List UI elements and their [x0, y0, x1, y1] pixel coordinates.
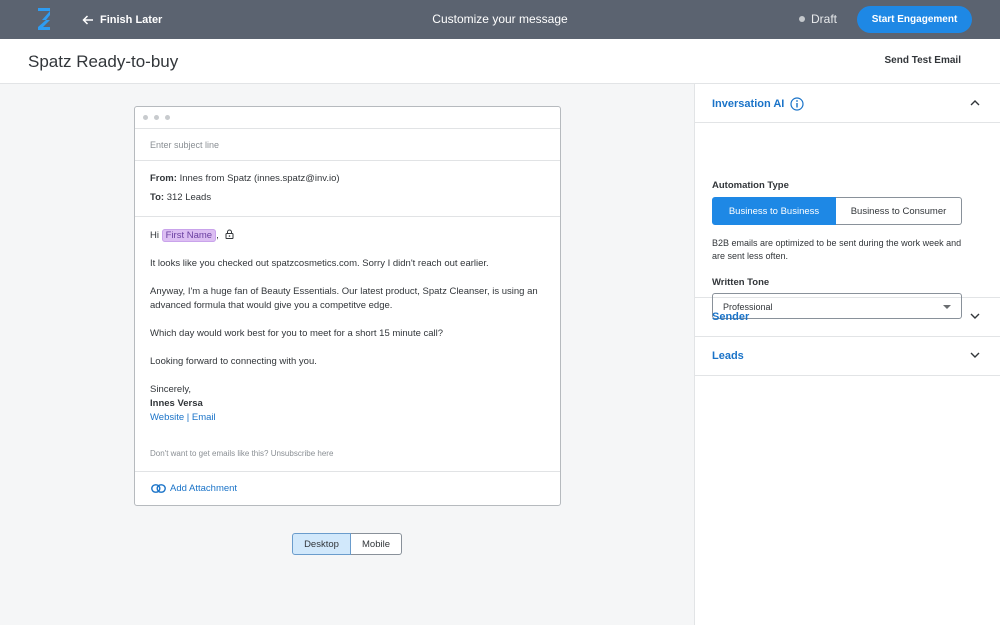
business-to-consumer-button[interactable]: Business to Consumer	[836, 197, 962, 225]
top-bar: Finish Later Customize your message Draf…	[0, 0, 1000, 39]
automation-type-toggle: Business to Business Business to Consume…	[712, 197, 962, 225]
body-paragraph: Looking forward to connecting with you.	[150, 356, 317, 367]
body-paragraph: Which day would work best for you to mee…	[150, 328, 444, 339]
desktop-view-button[interactable]: Desktop	[292, 533, 351, 555]
business-to-business-button[interactable]: Business to Business	[712, 197, 836, 225]
finish-later-button[interactable]: Finish Later	[82, 12, 162, 28]
draft-label: Draft	[811, 12, 838, 26]
window-dots	[135, 107, 560, 129]
written-tone-label: Written Tone	[712, 277, 770, 288]
signoff: Sincerely,	[150, 384, 192, 395]
to-label: To:	[150, 192, 165, 203]
leads-title: Leads	[712, 350, 744, 362]
page-header: Spatz Ready-to-buy Send Test Email	[0, 39, 1000, 84]
draft-status: Draft	[799, 12, 837, 26]
from-label: From:	[150, 173, 177, 184]
arrow-left-icon	[82, 15, 93, 25]
page-title: Spatz Ready-to-buy	[28, 52, 179, 71]
body-paragraph: Anyway, I'm a huge fan of Beauty Essenti…	[150, 286, 538, 311]
automation-hint: B2B emails are optimized to be sent duri…	[712, 238, 962, 261]
window-dot-icon	[165, 115, 170, 120]
chevron-down-icon[interactable]	[970, 313, 980, 320]
send-test-email-button[interactable]: Send Test Email	[884, 55, 961, 66]
app-logo-icon[interactable]	[38, 8, 52, 30]
greeting-suffix: ,	[216, 230, 219, 241]
unsubscribe-text[interactable]: Don't want to get emails like this? Unsu…	[150, 447, 333, 461]
status-dot-icon	[799, 16, 805, 22]
link-icon	[151, 484, 166, 493]
top-title: Customize your message	[432, 12, 568, 26]
settings-panel: Inversation AI Automation Type Business …	[694, 84, 1000, 625]
inversation-ai-content: Automation Type Business to Business Bus…	[695, 123, 1000, 319]
lock-icon[interactable]	[225, 229, 234, 239]
email-preview-card: Enter subject line From: Innes from Spat…	[134, 106, 561, 506]
from-line: From: Innes from Spatz (innes.spatz@inv.…	[150, 173, 560, 192]
sender-title: Sender	[712, 311, 750, 323]
email-link[interactable]: Email	[192, 412, 216, 423]
to-line: To: 312 Leads	[150, 192, 560, 211]
automation-type-label: Automation Type	[712, 180, 789, 191]
website-link[interactable]: Website	[150, 412, 184, 423]
add-attachment-label: Add Attachment	[170, 483, 238, 494]
to-value: 312 Leads	[166, 192, 212, 203]
window-dot-icon	[154, 115, 159, 120]
add-attachment-button[interactable]: Add Attachment	[135, 472, 560, 505]
signature-links: Website | Email	[150, 411, 545, 425]
chevron-up-icon[interactable]	[970, 99, 980, 106]
body-paragraph: It looks like you checked out spatzcosme…	[150, 258, 489, 269]
window-dot-icon	[143, 115, 148, 120]
first-name-token[interactable]: First Name	[161, 229, 217, 242]
finish-later-label: Finish Later	[100, 14, 163, 26]
info-icon[interactable]	[790, 97, 804, 111]
leads-section-header[interactable]: Leads	[695, 337, 1000, 376]
start-engagement-button[interactable]: Start Engagement	[857, 6, 972, 33]
greeting-line: Hi First Name,	[150, 229, 545, 243]
chevron-down-icon[interactable]	[970, 352, 980, 359]
signature-name: Innes Versa	[150, 398, 203, 409]
sender-section-header[interactable]: Sender	[695, 298, 1000, 337]
view-toggle: Desktop Mobile	[292, 533, 402, 555]
mobile-view-button[interactable]: Mobile	[351, 533, 402, 555]
inversation-ai-title: Inversation AI	[712, 98, 785, 110]
from-value: Innes from Spatz (innes.spatz@inv.io)	[179, 173, 340, 184]
greeting: Hi	[150, 230, 159, 241]
email-body[interactable]: Hi First Name, It looks like you checked…	[135, 217, 560, 472]
subject-line-input[interactable]: Enter subject line	[135, 129, 560, 161]
link-separator: |	[186, 412, 190, 423]
inversation-ai-section-header[interactable]: Inversation AI	[695, 84, 1000, 123]
from-to-block: From: Innes from Spatz (innes.spatz@inv.…	[135, 161, 560, 217]
